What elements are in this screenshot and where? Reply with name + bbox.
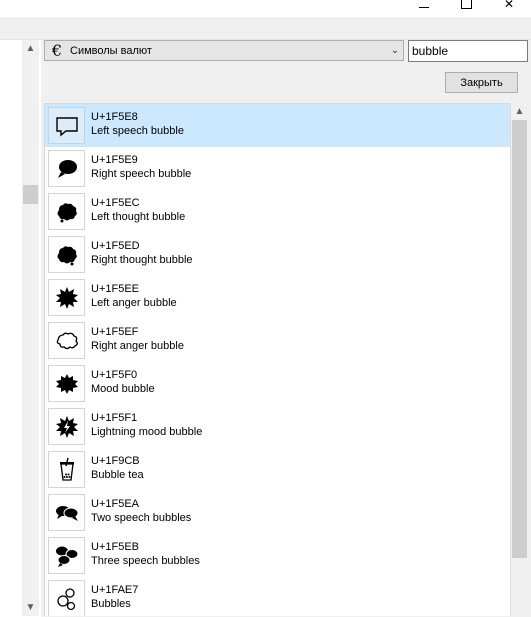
chevron-down-icon[interactable]: ⌄ bbox=[387, 45, 403, 56]
scroll-down-icon[interactable]: ▼ bbox=[22, 599, 39, 616]
char-code: U+1F9CB bbox=[91, 455, 140, 467]
char-name: Two speech bubbles bbox=[91, 512, 192, 524]
char-code: U+1F5ED bbox=[91, 240, 140, 252]
char-code: U+1F5EA bbox=[91, 498, 139, 510]
euro-icon: € bbox=[51, 41, 63, 60]
toolbar-band bbox=[0, 17, 531, 39]
result-list[interactable]: U+1F5E8 Left speech bubble U+1F5E9 Right sp… bbox=[44, 103, 511, 616]
char-name: Bubble tea bbox=[91, 469, 144, 481]
right-anger-bubble-icon bbox=[48, 322, 85, 359]
list-item[interactable]: U+1F5F0 Mood bubble bbox=[45, 362, 510, 405]
list-item[interactable]: U+1F5EE Left anger bubble bbox=[45, 276, 510, 319]
char-code: U+1F5E9 bbox=[91, 154, 138, 166]
list-item[interactable]: U+1F5EF Right anger bubble bbox=[45, 319, 510, 362]
scroll-up-icon[interactable]: ▲ bbox=[511, 103, 528, 120]
char-name: Left anger bubble bbox=[91, 297, 177, 309]
left-anger-bubble-icon bbox=[48, 279, 85, 316]
list-item[interactable]: U+1F5E9 Right speech bubble bbox=[45, 147, 510, 190]
right-thought-bubble-icon bbox=[48, 236, 85, 273]
char-code: U+1F5EC bbox=[91, 197, 140, 209]
right-speech-bubble-icon bbox=[48, 150, 85, 187]
list-item[interactable]: U+1FAE7 Bubbles bbox=[45, 577, 510, 616]
left-thought-bubble-icon bbox=[48, 193, 85, 230]
three-speech-bubbles-icon bbox=[48, 537, 85, 574]
bubbles-icon bbox=[48, 580, 85, 616]
char-name: Mood bubble bbox=[91, 383, 155, 395]
char-code: U+1F5EF bbox=[91, 326, 139, 338]
list-item[interactable]: U+1F9CB Bubble tea bbox=[45, 448, 510, 491]
char-name: Lightning mood bubble bbox=[91, 426, 203, 438]
maximize-icon[interactable] bbox=[452, 0, 480, 13]
font-combo-value: Символы валют bbox=[70, 44, 152, 57]
char-code: U+1F5EB bbox=[91, 541, 139, 553]
font-combo[interactable]: € Символы валют ⌄ bbox=[44, 40, 404, 61]
search-input[interactable] bbox=[408, 40, 528, 62]
char-name: Right thought bubble bbox=[91, 254, 193, 266]
char-name: Three speech bubbles bbox=[91, 555, 200, 567]
char-name: Left thought bubble bbox=[91, 211, 186, 223]
close-icon[interactable] bbox=[495, 0, 523, 13]
char-code: U+1F5F0 bbox=[91, 369, 138, 381]
scroll-up-icon[interactable]: ▲ bbox=[22, 40, 39, 57]
minimize-icon[interactable] bbox=[410, 0, 438, 13]
list-item[interactable]: U+1F5EA Two speech bubbles bbox=[45, 491, 510, 534]
list-item[interactable]: U+1F5ED Right thought bubble bbox=[45, 233, 510, 276]
char-code: U+1F5E8 bbox=[91, 111, 138, 123]
list-item[interactable]: U+1F5EC Left thought bubble bbox=[45, 190, 510, 233]
bubble-tea-icon bbox=[48, 451, 85, 488]
scroll-thumb[interactable] bbox=[512, 120, 527, 558]
left-speech-bubble-icon bbox=[48, 107, 85, 144]
list-item[interactable]: U+1F5EB Three speech bubbles bbox=[45, 534, 510, 577]
left-scrollbar[interactable]: ▲ ▼ bbox=[22, 40, 39, 616]
lightning-mood-bubble-icon bbox=[48, 408, 85, 445]
char-code: U+1FAE7 bbox=[91, 584, 139, 596]
char-code: U+1F5EE bbox=[91, 283, 139, 295]
list-item[interactable]: U+1F5F1 Lightning mood bubble bbox=[45, 405, 510, 448]
list-item[interactable]: U+1F5E8 Left speech bubble bbox=[45, 104, 510, 147]
char-name: Right speech bubble bbox=[91, 168, 192, 180]
char-name: Left speech bubble bbox=[91, 125, 184, 137]
char-name: Right anger bubble bbox=[91, 340, 184, 352]
mood-bubble-icon bbox=[48, 365, 85, 402]
two-speech-bubbles-icon bbox=[48, 494, 85, 531]
char-name: Bubbles bbox=[91, 598, 131, 610]
scroll-thumb[interactable] bbox=[23, 185, 38, 204]
char-code: U+1F5F1 bbox=[91, 412, 138, 424]
close-button[interactable]: Закрыть bbox=[445, 72, 518, 93]
list-scrollbar[interactable]: ▲ bbox=[511, 103, 528, 616]
title-bar bbox=[0, 0, 531, 17]
